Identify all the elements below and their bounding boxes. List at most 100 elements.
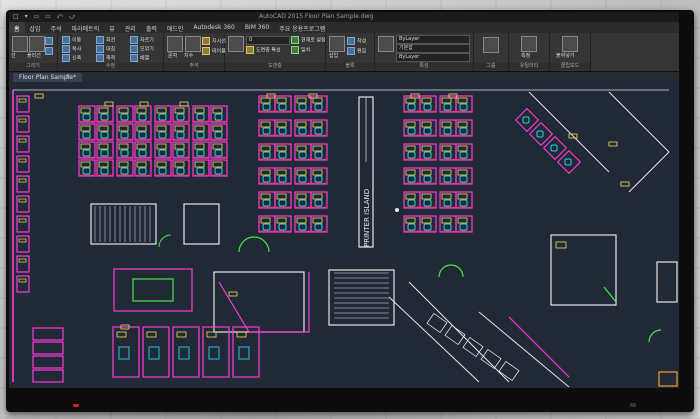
chair: [262, 199, 271, 207]
modify-panel-label: 수정: [58, 63, 163, 70]
ribbon-tab[interactable]: 출력: [141, 22, 162, 33]
chair: [120, 113, 129, 121]
edit-block-button[interactable]: 편집: [347, 47, 366, 55]
table-label: 테이블: [212, 48, 226, 55]
ribbon-tab[interactable]: 주석: [46, 22, 67, 33]
paste-button[interactable]: [562, 36, 578, 52]
desk-nameplate: [457, 121, 468, 128]
trim-button[interactable]: 자르기: [130, 36, 154, 44]
elevator: [183, 203, 220, 245]
rotate-button[interactable]: 회전: [96, 36, 115, 44]
layer-props-button[interactable]: 도면층 특성: [246, 46, 281, 54]
chair: [82, 149, 91, 157]
nameplate: [18, 278, 27, 283]
ribbon-tab[interactable]: BIM 360: [240, 22, 274, 33]
chair: [407, 103, 416, 111]
new-tab-button[interactable]: +: [65, 73, 70, 80]
create-block-button[interactable]: 작성: [347, 37, 366, 45]
mirror-button[interactable]: 대칭: [96, 45, 115, 53]
properties-panel-label: 특성: [375, 63, 473, 70]
match-layer-button[interactable]: 일치: [291, 46, 310, 54]
chair: [176, 113, 185, 121]
nameplate: [18, 198, 27, 203]
door: [603, 286, 617, 303]
circle-button[interactable]: [45, 37, 55, 45]
insert-block-button[interactable]: [329, 36, 345, 52]
chair: [407, 199, 416, 207]
move-button[interactable]: 이동: [62, 36, 81, 44]
chair: [314, 127, 323, 135]
desk-nameplate: [260, 145, 271, 152]
ribbon-tab[interactable]: 홈: [9, 22, 25, 33]
scale-button[interactable]: 축척: [96, 54, 115, 62]
chair: [278, 151, 287, 159]
polyline-tool-button[interactable]: [29, 36, 45, 52]
ribbon-tab[interactable]: 애드인: [162, 22, 189, 33]
drawing-canvas[interactable]: PRINTER ISLAND: [9, 82, 679, 388]
desk-nameplate: [457, 217, 468, 224]
edit-label: 편집: [357, 48, 367, 55]
chair: [214, 167, 223, 175]
door-swing: [238, 236, 270, 253]
stretch-button[interactable]: 신축: [62, 54, 81, 62]
text-button[interactable]: [167, 36, 183, 52]
nameplate: [18, 178, 27, 183]
chair: [196, 131, 205, 139]
small-office: [32, 341, 64, 355]
group-button[interactable]: [483, 37, 499, 53]
desk-nameplate: [194, 143, 205, 150]
desk-nameplate: [174, 107, 185, 114]
ribbon-tab[interactable]: 주요 응용프로그램: [274, 22, 330, 33]
desk-nameplate: [276, 97, 287, 104]
polyline-label: 폴리선: [27, 53, 41, 59]
power-button[interactable]: [630, 403, 636, 407]
chair: [423, 199, 432, 207]
match-properties-button[interactable]: [378, 36, 394, 52]
annotation-panel: 문자 치수 지시선 테이블 주석: [164, 33, 226, 71]
ribbon-tab[interactable]: Autodesk 360: [188, 22, 239, 33]
mirror-icon: [96, 45, 104, 53]
arc-button[interactable]: [45, 47, 55, 55]
chair: [138, 131, 147, 139]
plan-marker: [395, 208, 399, 212]
ribbon-tab[interactable]: 파라메트릭: [67, 22, 105, 33]
office-tag: [116, 331, 127, 338]
dimension-button[interactable]: [185, 36, 201, 52]
color-combo[interactable]: ByLayer: [396, 35, 470, 44]
ribbon-tab[interactable]: 관리: [120, 22, 141, 33]
desk-nameplate: [457, 193, 468, 200]
set-current-button[interactable]: 현재로 설정: [291, 36, 326, 44]
chair: [100, 149, 109, 157]
quick-access-toolbar[interactable]: □ ▾ ▭ ▭ ⤺ ⤻: [13, 13, 77, 21]
layer-combo[interactable]: 0: [246, 36, 290, 45]
line-tool-button[interactable]: [12, 36, 28, 52]
chair: [262, 151, 271, 159]
rotated-cubicle: [528, 121, 554, 147]
chair: [459, 223, 468, 231]
fillet-button[interactable]: 모깎기: [130, 45, 154, 53]
leader-button[interactable]: 지시선: [202, 37, 226, 45]
desk-nameplate: [441, 145, 452, 152]
table-icon: [202, 47, 210, 55]
linetype-combo[interactable]: ByLayer: [396, 53, 470, 62]
ribbon-tab[interactable]: 삽입: [25, 22, 46, 33]
floor-plan[interactable]: PRINTER ISLAND: [9, 82, 679, 388]
desk-nameplate: [174, 161, 185, 168]
copy-button[interactable]: 복사: [62, 45, 81, 53]
chair: [278, 223, 287, 231]
side-office: [16, 255, 30, 273]
room-label: [620, 181, 630, 187]
table-button[interactable]: 테이블: [202, 47, 226, 55]
small-office: [32, 369, 64, 383]
desk-nameplate: [312, 217, 323, 224]
array-button[interactable]: 배열: [130, 54, 149, 62]
layer-properties-button[interactable]: [228, 36, 244, 52]
ribbon-tab[interactable]: 뷰: [104, 22, 120, 33]
chair: [298, 127, 307, 135]
lineweight-combo[interactable]: 기본값: [396, 44, 470, 53]
chair: [176, 167, 185, 175]
measure-button[interactable]: [521, 36, 537, 52]
desk-nameplate: [421, 121, 432, 128]
document-tab[interactable]: Floor Plan Sample*: [13, 73, 83, 82]
modify-panel: 이동 회전 자르기 복사 대칭 모깎기 신축 축척 배열 수정: [58, 33, 164, 71]
